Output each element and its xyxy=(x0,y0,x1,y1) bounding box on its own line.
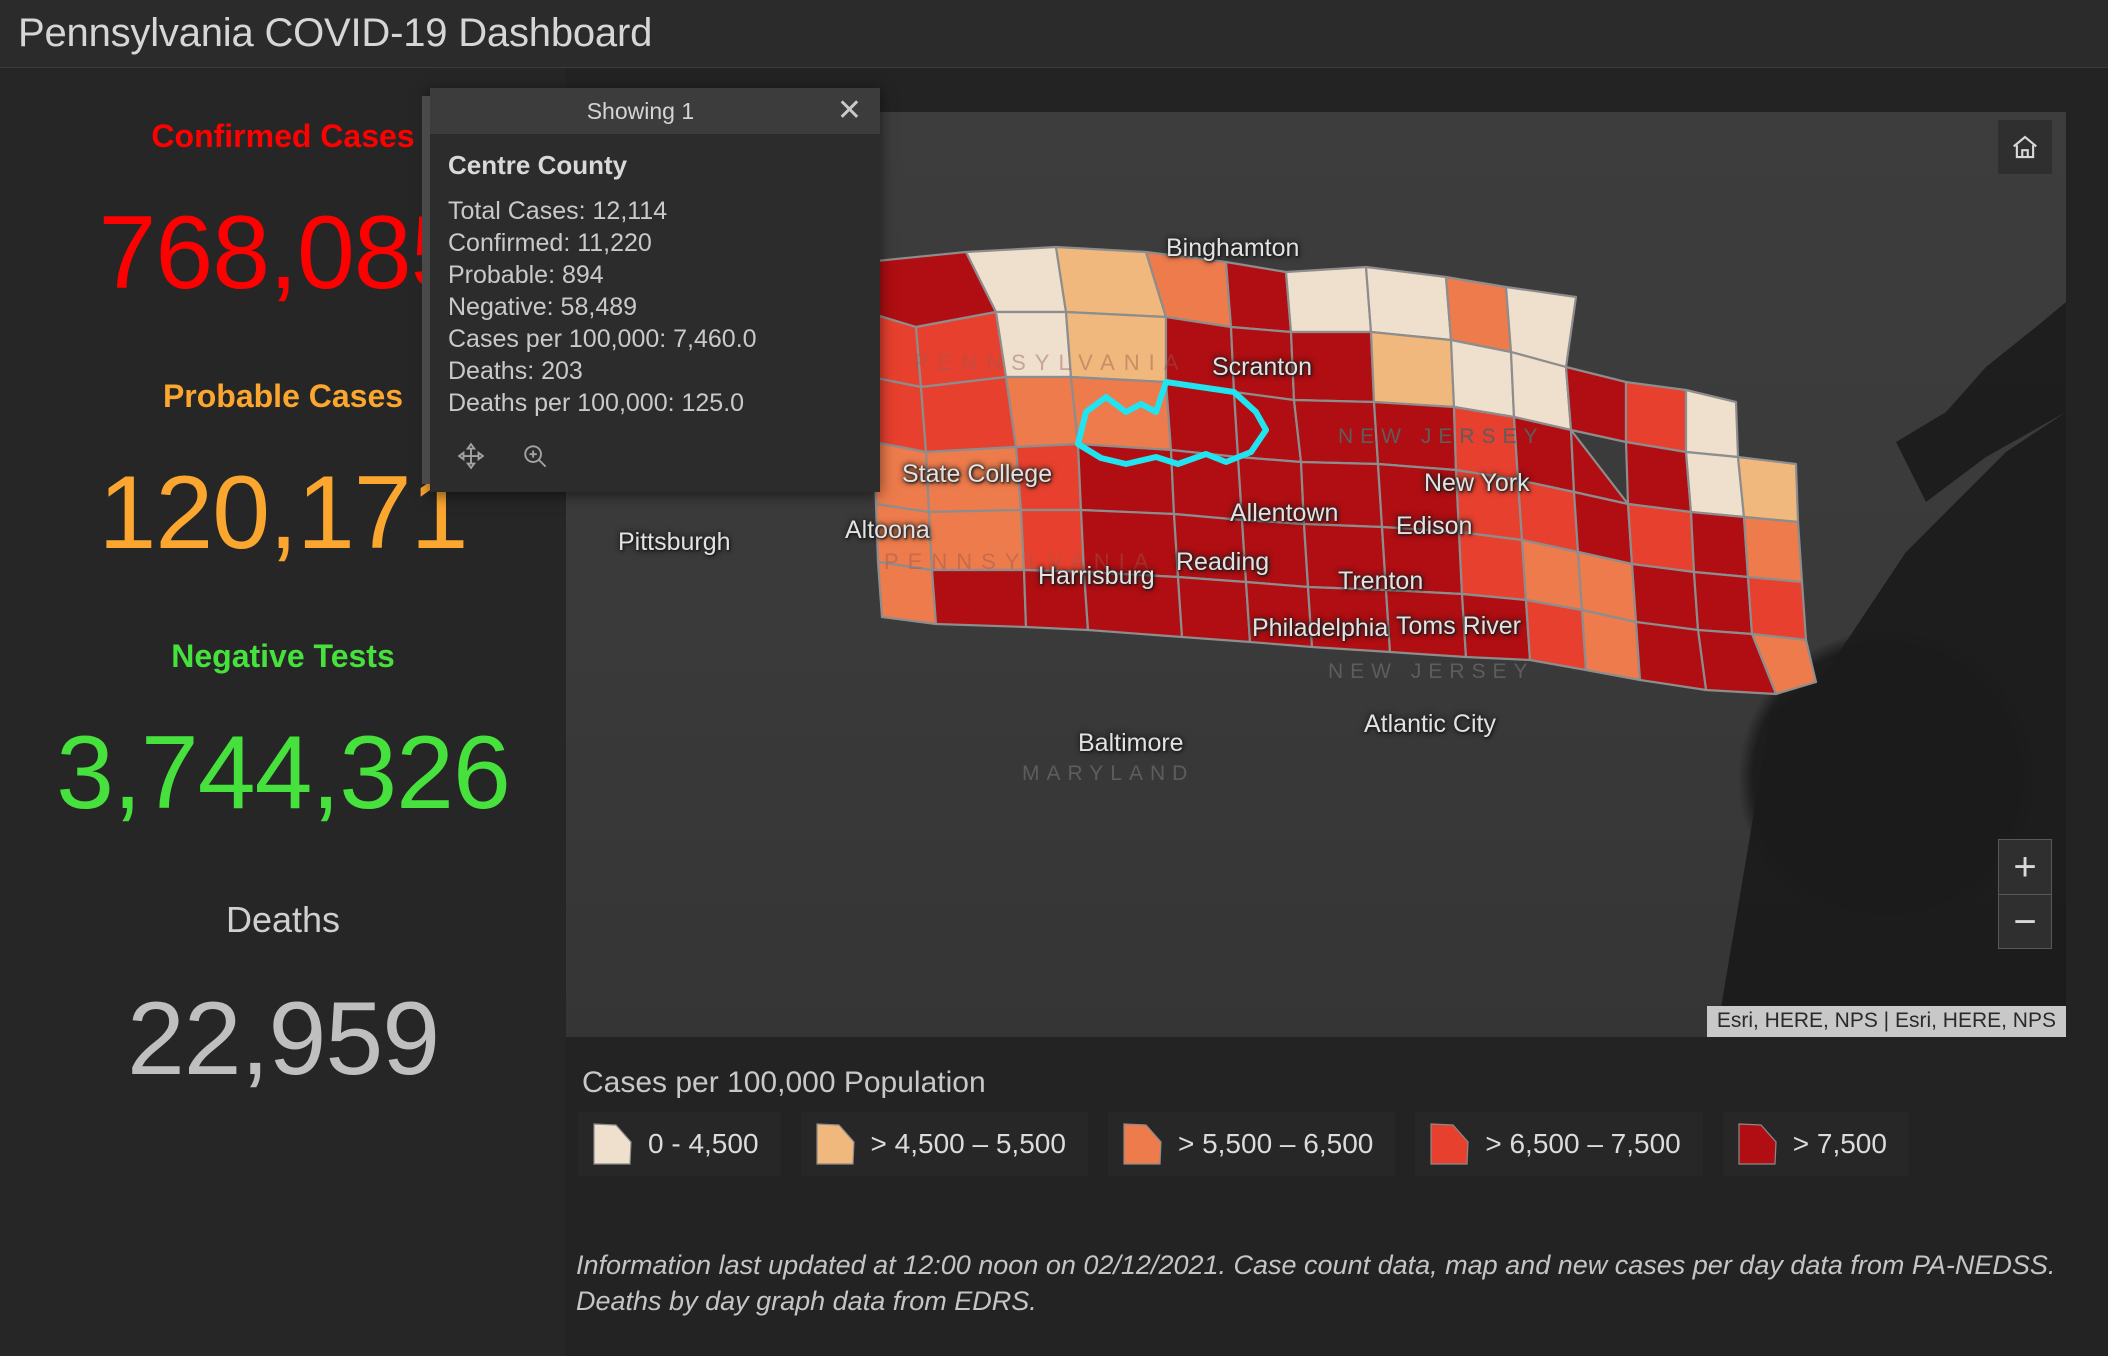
stat-value-deaths: 22,959 xyxy=(126,980,440,1097)
map-attribution: Esri, HERE, NPS | Esri, HERE, NPS xyxy=(1706,1006,2066,1037)
legend-swatch xyxy=(1430,1123,1469,1165)
popup-feature-title: Centre County xyxy=(448,150,628,180)
legend-swatch xyxy=(815,1123,855,1165)
home-icon xyxy=(2013,135,2037,159)
popup-row: Probable: 894 xyxy=(448,261,604,289)
popup-pan-button[interactable] xyxy=(456,441,486,476)
popup-row: Negative: 58,489 xyxy=(448,293,638,321)
legend-swatch xyxy=(1123,1123,1162,1165)
legend-item-label: > 7,500 xyxy=(1792,1128,1887,1159)
map-legend: Cases per 100,000 Population 0 - 4,500 > … xyxy=(566,1060,2108,1205)
legend-swatch xyxy=(1738,1123,1777,1165)
stat-value-negative: 3,744,326 xyxy=(56,715,511,832)
app-titlebar: Pennsylvania COVID-19 Dashboard xyxy=(0,0,2108,68)
popup-zoom-to-button[interactable] xyxy=(520,441,550,476)
legend-item-list: 0 - 4,500 > 4,500 – 5,500 > 5,500 – 6,500 >… xyxy=(578,1112,1909,1176)
popup-header: Showing 1 ✕ xyxy=(430,88,880,134)
popup-row: Cases per 100,000: 7,460.0 xyxy=(448,325,757,353)
legend-item: 0 - 4,500 xyxy=(578,1112,781,1176)
legend-item: > 4,500 – 5,500 xyxy=(800,1112,1088,1176)
popup-row: Deaths: 203 xyxy=(448,357,583,385)
map-home-button[interactable] xyxy=(1998,120,2052,174)
feature-popup[interactable]: Showing 1 ✕ Centre County Total Cases: 1… xyxy=(422,88,880,492)
popup-showing-count: Showing 1 xyxy=(586,97,695,124)
map-zoom-controls[interactable]: + − xyxy=(1998,839,2052,949)
pan-icon xyxy=(457,442,485,470)
legend-item-label: > 5,500 – 6,500 xyxy=(1177,1128,1374,1159)
stat-label-deaths: Deaths xyxy=(225,898,341,940)
legend-item-label: > 4,500 – 5,500 xyxy=(870,1128,1066,1159)
zoom-in-icon xyxy=(524,445,547,468)
popup-row: Deaths per 100,000: 125.0 xyxy=(448,389,745,417)
popup-row: Confirmed: 11,220 xyxy=(448,229,652,257)
legend-item: > 7,500 xyxy=(1722,1112,1909,1176)
stat-label-negative: Negative Tests xyxy=(171,638,395,675)
legend-item: > 6,500 – 7,500 xyxy=(1415,1112,1703,1176)
stat-negative-tests: Negative Tests xyxy=(0,638,566,675)
map-zoom-in-button[interactable]: + xyxy=(1999,840,2051,894)
map-zoom-out-button[interactable]: − xyxy=(1999,894,2051,948)
legend-item-label: > 6,500 – 7,500 xyxy=(1485,1128,1681,1159)
legend-item-label: 0 - 4,500 xyxy=(648,1128,759,1159)
footer-note: Information last updated at 12:00 noon o… xyxy=(576,1250,2056,1316)
legend-swatch xyxy=(593,1123,632,1165)
popup-action-bar xyxy=(430,425,880,492)
stat-deaths: Deaths xyxy=(0,899,566,941)
popup-body: Centre County Total Cases: 12,114 Confirm… xyxy=(430,134,880,425)
popup-close-button[interactable]: ✕ xyxy=(833,96,866,126)
page-title: Pennsylvania COVID-19 Dashboard xyxy=(18,11,653,55)
legend-item: > 5,500 – 6,500 xyxy=(1107,1112,1396,1176)
legend-title: Cases per 100,000 Population xyxy=(582,1066,986,1099)
popup-row: Total Cases: 12,114 xyxy=(448,197,668,225)
dashboard-root: Pennsylvania COVID-19 Dashboard Confirme… xyxy=(0,0,2108,1356)
